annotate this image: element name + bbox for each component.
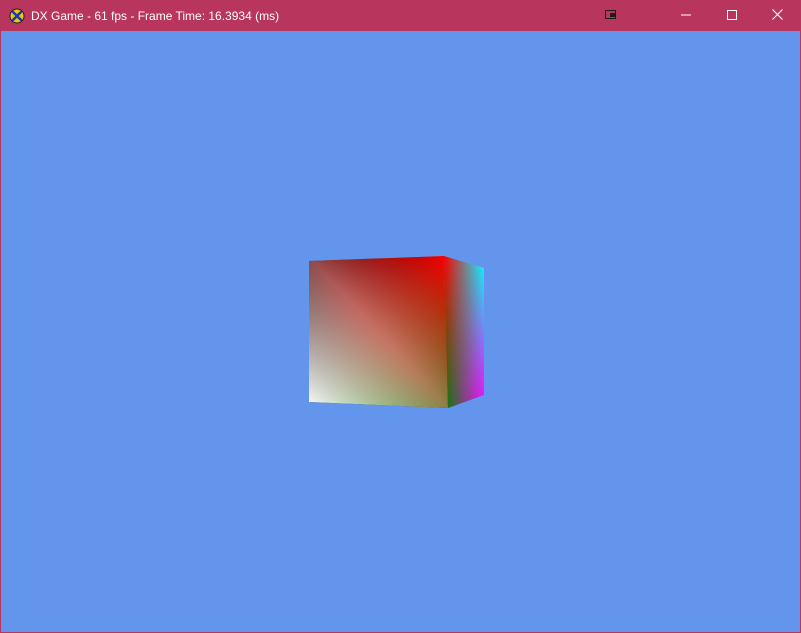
maximize-button[interactable] xyxy=(709,1,755,31)
close-button[interactable] xyxy=(754,1,800,31)
minimize-button[interactable] xyxy=(663,1,709,31)
close-icon xyxy=(771,7,783,25)
app-window: DX Game - 61 fps - Frame Time: 16.3934 (… xyxy=(0,0,801,633)
window-snap-button[interactable] xyxy=(599,1,623,31)
cube-side-face xyxy=(444,256,484,408)
window-snap-icon xyxy=(605,7,617,25)
title-bar[interactable]: DX Game - 61 fps - Frame Time: 16.3934 (… xyxy=(1,1,800,31)
cube-front-face xyxy=(309,256,448,408)
window-title: DX Game - 61 fps - Frame Time: 16.3934 (… xyxy=(31,9,280,23)
directx-x-icon xyxy=(9,8,25,24)
rotating-color-cube xyxy=(309,256,484,408)
render-viewport[interactable] xyxy=(1,31,800,632)
minimize-icon xyxy=(681,7,691,25)
maximize-icon xyxy=(727,7,737,25)
